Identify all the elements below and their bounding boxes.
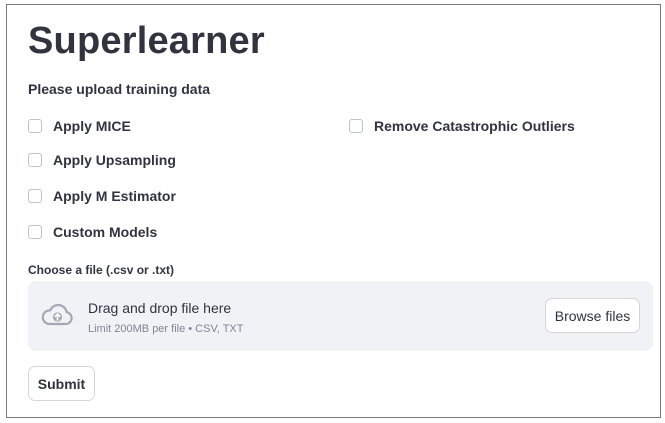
checkbox-box[interactable] bbox=[28, 153, 42, 167]
checkbox-box[interactable] bbox=[28, 189, 42, 203]
remove-outliers-checkbox[interactable]: Remove Catastrophic Outliers bbox=[349, 118, 575, 134]
apply-mice-checkbox[interactable]: Apply MICE bbox=[28, 118, 131, 134]
remove-outliers-label: Remove Catastrophic Outliers bbox=[374, 118, 575, 134]
app-frame: Superlearner Please upload training data… bbox=[6, 4, 661, 418]
checkbox-box[interactable] bbox=[28, 119, 42, 133]
file-dropzone[interactable]: Drag and drop file here Limit 200MB per … bbox=[28, 281, 653, 351]
custom-models-checkbox[interactable]: Custom Models bbox=[28, 224, 157, 240]
upload-instruction: Please upload training data bbox=[28, 81, 211, 97]
file-limit-text: Limit 200MB per file • CSV, TXT bbox=[88, 323, 244, 335]
apply-m-estimator-label: Apply M Estimator bbox=[53, 188, 176, 204]
apply-mice-label: Apply MICE bbox=[53, 118, 131, 134]
apply-upsampling-checkbox[interactable]: Apply Upsampling bbox=[28, 152, 176, 168]
checkbox-box[interactable] bbox=[28, 225, 42, 239]
browse-files-button[interactable]: Browse files bbox=[545, 298, 640, 333]
custom-models-label: Custom Models bbox=[53, 224, 158, 240]
submit-button[interactable]: Submit bbox=[28, 366, 95, 401]
apply-m-estimator-checkbox[interactable]: Apply M Estimator bbox=[28, 188, 176, 204]
checkbox-box[interactable] bbox=[349, 119, 363, 133]
file-uploader-label: Choose a file (.csv or .txt) bbox=[28, 263, 175, 277]
dropzone-instruction: Drag and drop file here bbox=[88, 300, 232, 316]
apply-upsampling-label: Apply Upsampling bbox=[53, 152, 176, 168]
page-title: Superlearner bbox=[28, 20, 265, 62]
cloud-upload-icon bbox=[39, 301, 75, 331]
